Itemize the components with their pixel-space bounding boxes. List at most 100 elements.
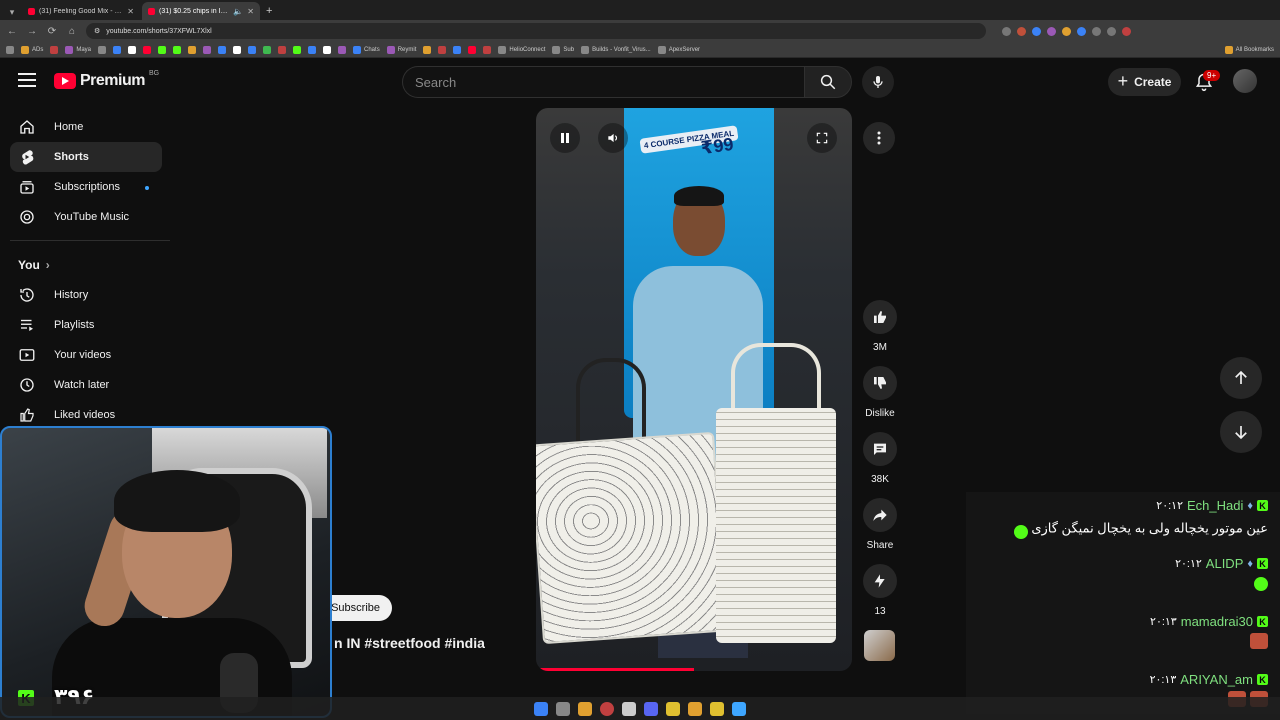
sidebar-item-subscriptions[interactable]: Subscriptions xyxy=(10,172,162,202)
discord-icon[interactable] xyxy=(644,701,658,716)
search-button[interactable] xyxy=(804,66,852,98)
mute-tab-icon[interactable]: 🔈 xyxy=(233,7,243,16)
bookmark-item[interactable] xyxy=(453,45,462,54)
bookmark-item[interactable] xyxy=(293,45,302,54)
voice-search-button[interactable] xyxy=(862,66,894,98)
sidebar-item-history[interactable]: History xyxy=(10,280,162,310)
share-button[interactable] xyxy=(863,498,897,532)
bookmark-item[interactable] xyxy=(248,45,257,54)
reload-icon[interactable]: ⟳ xyxy=(46,26,58,37)
bookmark-item[interactable]: HelioConnect xyxy=(498,45,545,54)
dislike-button[interactable] xyxy=(863,366,897,400)
search-input[interactable] xyxy=(402,66,804,98)
bookmark-item[interactable]: Sub xyxy=(552,45,574,54)
bookmark-item[interactable] xyxy=(468,45,477,54)
close-tab-icon[interactable]: ✕ xyxy=(127,7,134,16)
bookmark-item[interactable] xyxy=(218,45,227,54)
site-info-icon[interactable]: ⚙ xyxy=(94,27,100,35)
windows-start-icon[interactable] xyxy=(534,701,548,716)
more-options-button[interactable] xyxy=(863,122,895,154)
back-icon[interactable]: ← xyxy=(6,26,18,37)
chrome-icon[interactable] xyxy=(600,701,614,716)
all-bookmarks[interactable]: All Bookmarks xyxy=(1224,45,1274,54)
extension-icon[interactable] xyxy=(1017,26,1026,36)
pause-button[interactable] xyxy=(550,123,580,153)
menu-icon[interactable] xyxy=(18,73,36,87)
bookmark-item[interactable] xyxy=(50,45,59,54)
sidebar-item-shorts[interactable]: Shorts xyxy=(10,142,162,172)
account-avatar[interactable] xyxy=(1233,69,1257,93)
bookmark-apps-icon[interactable] xyxy=(6,45,14,54)
previous-short-button[interactable] xyxy=(1220,357,1262,399)
extension-icon[interactable] xyxy=(1032,26,1041,36)
sidebar-item-playlists[interactable]: Playlists xyxy=(10,310,162,340)
bookmark-item[interactable] xyxy=(423,45,432,54)
sidebar-item-home[interactable]: Home xyxy=(10,112,162,142)
channel-avatar[interactable] xyxy=(864,630,895,661)
bookmark-item[interactable] xyxy=(173,45,182,54)
bookmark-item[interactable]: ApexServer xyxy=(657,45,700,54)
close-tab-icon[interactable]: ✕ xyxy=(247,7,254,16)
bookmark-item[interactable] xyxy=(203,45,212,54)
browser-tab-1[interactable]: (31) Feeling Good Mix - English ✕ xyxy=(22,2,140,20)
create-label: Create xyxy=(1134,75,1172,89)
extension-icon[interactable] xyxy=(1002,26,1011,36)
forward-icon[interactable]: → xyxy=(26,26,38,37)
file-explorer-icon[interactable] xyxy=(710,701,724,716)
shorts-video-player[interactable]: 4 COURSE PIZZA MEAL ₹99 xyxy=(536,108,852,671)
taskbar-app-icon[interactable] xyxy=(688,701,702,716)
bookmark-item[interactable]: Builds - Vonfit_Virus... xyxy=(581,45,651,54)
taskbar-app-icon[interactable] xyxy=(622,701,636,716)
bookmark-item[interactable] xyxy=(188,45,197,54)
bookmark-item[interactable] xyxy=(278,45,287,54)
taskbar-app-icon[interactable] xyxy=(578,701,592,716)
next-short-button[interactable] xyxy=(1220,411,1262,453)
bookmark-item[interactable] xyxy=(438,45,447,54)
sidebar-item-youtube-music[interactable]: YouTube Music xyxy=(10,202,162,232)
sidebar-item-your-videos[interactable]: Your videos xyxy=(10,340,162,370)
tab-search-icon[interactable]: ▾ xyxy=(4,4,20,20)
bookmark-item[interactable] xyxy=(113,45,122,54)
taskbar-app-icon[interactable] xyxy=(732,701,746,716)
address-bar[interactable]: ⚙ youtube.com/shorts/37XFWL7Xlxl xyxy=(86,23,986,39)
comments-button[interactable] xyxy=(863,432,897,466)
profile-icon[interactable] xyxy=(1122,26,1131,36)
bookmark-item[interactable] xyxy=(128,45,137,54)
sidebar-item-watch-later[interactable]: Watch later xyxy=(10,370,162,400)
remix-button[interactable] xyxy=(863,564,897,598)
bookmark-item[interactable]: Maya xyxy=(65,45,91,54)
home-browser-icon[interactable]: ⌂ xyxy=(66,26,78,37)
extension-icon[interactable] xyxy=(1047,26,1056,36)
extension-icon[interactable] xyxy=(1092,26,1101,36)
youtube-premium-logo[interactable]: Premium BG xyxy=(54,70,159,90)
fullscreen-button[interactable] xyxy=(807,123,837,153)
chat-username: ARIYAN_am xyxy=(1180,672,1253,687)
chat-text: عین موتور یخچاله ولی به یخچال نمیگن گازی xyxy=(1031,520,1268,536)
bookmark-item[interactable]: ADs xyxy=(21,45,43,54)
taskbar-app-icon[interactable] xyxy=(666,701,680,716)
extension-icon[interactable] xyxy=(1062,26,1071,36)
bookmark-item[interactable] xyxy=(233,45,242,54)
browser-tab-2[interactable]: (31) $0.25 chips in India sa 🔈 ✕ xyxy=(142,2,260,20)
like-button[interactable] xyxy=(863,300,897,334)
bookmark-item[interactable]: Reymit xyxy=(386,45,416,54)
bookmark-item[interactable] xyxy=(323,45,332,54)
video-progress-bar[interactable] xyxy=(536,668,694,671)
taskbar-app-icon[interactable] xyxy=(556,701,570,716)
bookmark-item[interactable] xyxy=(98,45,107,54)
bookmark-item[interactable] xyxy=(263,45,272,54)
bookmark-item[interactable] xyxy=(338,45,347,54)
bookmark-item[interactable] xyxy=(143,45,152,54)
bookmark-item[interactable] xyxy=(483,45,492,54)
extension-icon[interactable] xyxy=(1077,26,1086,36)
new-tab-button[interactable]: + xyxy=(266,2,272,20)
bookmark-item[interactable] xyxy=(308,45,317,54)
create-button[interactable]: + Create xyxy=(1108,68,1181,96)
bookmark-item[interactable] xyxy=(158,45,167,54)
extension-icon[interactable] xyxy=(1107,26,1116,36)
video-title-tags[interactable]: n IN #streetfood #india xyxy=(334,635,485,651)
sidebar-you-heading[interactable]: You › xyxy=(18,258,50,272)
volume-button[interactable] xyxy=(598,123,628,153)
bookmark-item[interactable]: Chats xyxy=(353,45,380,54)
arrow-down-icon xyxy=(1235,426,1247,440)
